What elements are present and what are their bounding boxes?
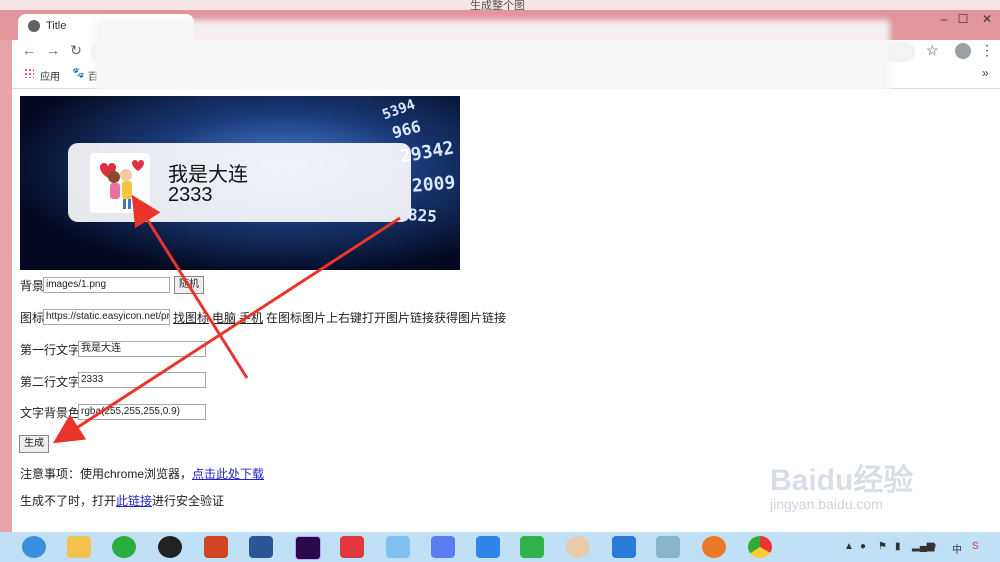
- phone-helper-icon[interactable]: [520, 536, 544, 558]
- computer-link[interactable]: 电脑: [212, 309, 236, 326]
- phone-link[interactable]: 手机: [239, 309, 263, 326]
- card-line1-text: 我是大连: [168, 164, 248, 186]
- icon-hint-text: 在图标图片上右键打开图片链接获得图片链接: [266, 311, 507, 325]
- file-explorer-icon[interactable]: [67, 536, 91, 558]
- cloud-icon[interactable]: [476, 536, 500, 558]
- find-icon-link[interactable]: 找图标: [173, 309, 209, 326]
- banner-number: 966: [390, 116, 423, 143]
- wechat-icon[interactable]: [112, 536, 136, 558]
- note-prefix: 注意事项：使用chrome浏览器，: [20, 467, 193, 481]
- minimize-button[interactable]: –: [935, 12, 953, 26]
- tray-flag-icon[interactable]: ⚑: [878, 541, 887, 552]
- wps-icon[interactable]: [612, 536, 636, 558]
- tray-volume-icon[interactable]: ♪: [932, 541, 937, 552]
- apps-grid-icon[interactable]: [24, 68, 34, 78]
- reload-icon[interactable]: ↻: [67, 42, 85, 59]
- verify-link[interactable]: 此链接: [116, 494, 152, 508]
- forward-icon[interactable]: →: [44, 42, 62, 58]
- baidu-watermark-url: jingyan.baidu.com: [770, 496, 883, 512]
- icon-url-input[interactable]: https://static.easyicon.net/pre: [43, 309, 170, 325]
- bookmark-apps[interactable]: 应用: [40, 68, 60, 83]
- menu-icon[interactable]: ⋮: [980, 42, 994, 59]
- tab-title: Title: [46, 20, 67, 32]
- book-icon[interactable]: [656, 536, 680, 558]
- globe-icon: [28, 20, 40, 32]
- fail-suffix: 进行安全验证: [152, 494, 225, 508]
- premiere-icon[interactable]: [295, 536, 321, 560]
- tray-qq-icon[interactable]: ●: [860, 541, 866, 552]
- icon-label: 图标: [20, 311, 45, 325]
- baidu-watermark: Baidu经验: [770, 464, 914, 497]
- tray-up-icon[interactable]: ▲: [844, 541, 854, 552]
- bgcolor-label: 文字背景色: [20, 406, 81, 420]
- tray-ime-icon[interactable]: 中: [952, 541, 962, 556]
- back-icon[interactable]: ←: [20, 42, 38, 58]
- chrome-icon[interactable]: [748, 536, 772, 558]
- photo-app-icon[interactable]: [566, 536, 590, 558]
- download-link[interactable]: 点击此处下载: [192, 467, 264, 481]
- fire-app-icon[interactable]: [702, 536, 726, 558]
- bg-label: 背景: [20, 279, 45, 293]
- random-button[interactable]: 随机: [174, 276, 204, 294]
- blurred-region: [95, 20, 890, 96]
- bird-app-icon[interactable]: [386, 536, 410, 558]
- note-text: 注意事项：使用chrome浏览器，点击此处下载: [20, 465, 264, 482]
- line2-label: 第二行文字: [20, 375, 81, 389]
- powerpoint-icon[interactable]: [204, 536, 228, 558]
- line1-label: 第一行文字: [20, 343, 81, 357]
- baidu-paw-icon[interactable]: 🐾: [72, 68, 84, 79]
- fail-text: 生成不了时，打开此链接进行安全验证: [20, 492, 224, 509]
- outer-window-titlebar: 生成整个图: [0, 0, 1000, 12]
- banner-number: 2009: [411, 172, 457, 197]
- word-icon[interactable]: [249, 536, 273, 558]
- bg-input[interactable]: images/1.png: [43, 277, 170, 293]
- line2-input[interactable]: 2333: [78, 372, 206, 388]
- line1-input[interactable]: 我是大连: [78, 341, 206, 357]
- couple-hearts-icon: [90, 153, 150, 213]
- feishu-icon[interactable]: [431, 536, 455, 558]
- browser-360-icon[interactable]: [22, 536, 46, 558]
- app-red-icon[interactable]: [340, 536, 364, 558]
- tray-battery-icon[interactable]: ▮: [895, 541, 901, 552]
- qq-icon[interactable]: [158, 536, 182, 558]
- banner-number: 825: [407, 205, 438, 226]
- profile-avatar[interactable]: [955, 43, 971, 59]
- bgcolor-input[interactable]: rgba(255,255,255,0.9): [78, 404, 206, 420]
- maximize-button[interactable]: ☐: [954, 12, 972, 26]
- tray-sogou-icon[interactable]: S: [972, 541, 979, 552]
- fail-prefix: 生成不了时，打开: [20, 494, 117, 508]
- card-line2-text: 2333: [168, 184, 213, 206]
- generate-button[interactable]: 生成: [19, 435, 49, 453]
- bookmarks-overflow-icon[interactable]: »: [982, 66, 989, 80]
- close-button[interactable]: ✕: [978, 12, 996, 26]
- star-icon[interactable]: ☆: [926, 42, 939, 59]
